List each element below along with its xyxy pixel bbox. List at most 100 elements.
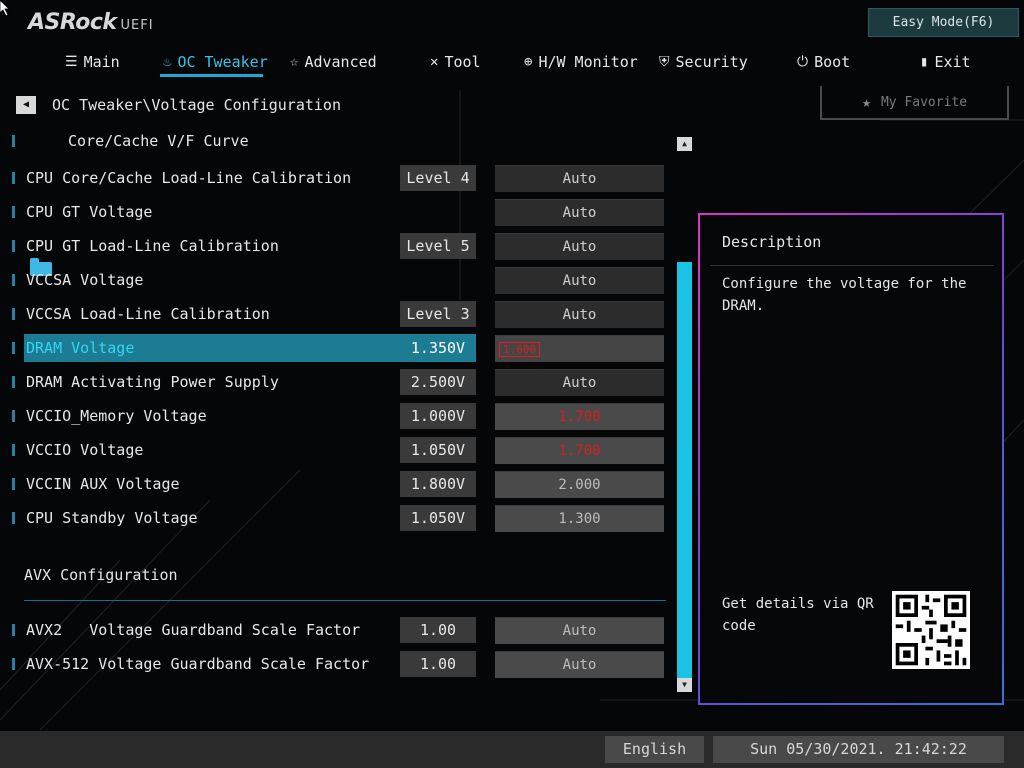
description-divider (710, 265, 994, 266)
current-value: 1.050V (400, 505, 476, 531)
mouse-cursor-icon (0, 0, 10, 16)
setting-value-input[interactable]: 1.700 (495, 437, 664, 464)
tab-label: Security (675, 53, 748, 71)
setting-label: VCCIO_Memory Voltage (26, 407, 207, 425)
tab-label: Tool (444, 53, 481, 71)
row-marker (12, 376, 15, 388)
folder-label: Core/Cache V/F Curve (68, 132, 249, 150)
my-favorite-label: My Favorite (880, 94, 968, 110)
back-arrow-icon[interactable]: ◀ (16, 96, 36, 114)
list-icon: ☰ (65, 54, 78, 70)
setting-label: VCCSA Load-Line Calibration (26, 305, 270, 323)
setting-label: CPU GT Load-Line Calibration (26, 237, 279, 255)
row-marker (12, 658, 15, 670)
setting-value-input[interactable]: 1.600 (495, 335, 664, 362)
tab-advanced[interactable]: ☆ Advanced (290, 50, 377, 74)
tab-label: Boot (814, 53, 851, 71)
setting-value-select[interactable]: Auto (495, 651, 664, 678)
setting-value-select[interactable]: Auto (495, 267, 664, 294)
setting-row[interactable]: AVX-512 Voltage Guardband Scale Factor 1… (0, 650, 670, 678)
scroll-up-arrow-icon[interactable]: ▲ (677, 137, 692, 151)
row-marker (12, 410, 15, 422)
shield-icon: ⛨ (659, 54, 670, 70)
scrollbar-thumb[interactable] (677, 262, 692, 678)
row-marker (12, 624, 15, 636)
row-marker (12, 478, 15, 490)
row-marker (12, 274, 15, 286)
setting-row[interactable]: DRAM Activating Power Supply 2.500V Auto (0, 368, 670, 396)
row-marker (12, 512, 15, 524)
setting-value-select[interactable]: Auto (495, 369, 664, 396)
row-marker (12, 342, 15, 354)
datetime-display: Sun 05/30/2021. 21:42:22 (713, 736, 1004, 763)
power-icon: ⏻ (797, 54, 809, 70)
easy-mode-button[interactable]: Easy Mode(F6) (868, 8, 1019, 37)
setting-row[interactable]: VCCSA Load-Line Calibration Level 3 Auto (0, 300, 670, 328)
description-panel: Description Configure the voltage for th… (698, 213, 1004, 705)
globe-icon: ⊕ (524, 54, 533, 70)
tab-hw-monitor[interactable]: ⊕ H/W Monitor (524, 50, 638, 74)
setting-label: CPU Standby Voltage (26, 509, 198, 527)
editing-value: 1.600 (499, 342, 541, 357)
setting-row[interactable]: CPU Core/Cache Load-Line Calibration Lev… (0, 164, 670, 192)
current-value: 2.500V (400, 369, 476, 395)
setting-value-select[interactable]: Auto (495, 617, 664, 644)
setting-label: CPU Core/Cache Load-Line Calibration (26, 169, 352, 187)
description-text: Configure the voltage for the DRAM. (722, 276, 967, 314)
current-value: Level 4 (400, 165, 476, 191)
setting-value-select[interactable]: Auto (495, 165, 664, 192)
breadcrumb: OC Tweaker\Voltage Configuration (52, 96, 341, 114)
brand-name: ASRock (28, 10, 117, 35)
setting-value-input[interactable]: 1.300 (495, 505, 664, 532)
setting-label: CPU GT Voltage (26, 203, 153, 221)
setting-row[interactable]: VCCIO_Memory Voltage 1.000V 1.700 (0, 402, 670, 430)
my-favorite-button[interactable]: ★ My Favorite (820, 86, 1009, 120)
tab-label: H/W Monitor (538, 53, 638, 71)
tab-exit[interactable]: ▮ Exit (920, 50, 971, 74)
setting-label: DRAM Voltage (26, 339, 135, 357)
setting-row[interactable]: VCCIN AUX Voltage 1.800V 2.000 (0, 470, 670, 498)
language-button[interactable]: English (605, 736, 704, 763)
setting-row[interactable]: CPU GT Voltage Auto (0, 198, 670, 226)
setting-row-selected[interactable]: DRAM Voltage 1.350V 1.600 (0, 334, 670, 362)
scroll-down-arrow-icon[interactable]: ▼ (677, 678, 692, 692)
setting-value-select[interactable]: Auto (495, 301, 664, 328)
setting-value-input[interactable]: 2.000 (495, 471, 664, 498)
tab-security[interactable]: ⛨ Security (659, 50, 748, 74)
setting-value-input[interactable]: 1.700 (495, 403, 664, 430)
setting-row[interactable]: VCCSA Voltage Auto (0, 266, 670, 294)
setting-row[interactable]: VCCIO Voltage 1.050V 1.700 (0, 436, 670, 464)
flame-icon: ♨ (163, 54, 172, 70)
tab-label: Exit (934, 53, 971, 71)
tab-tool[interactable]: ✕ Tool (430, 50, 481, 74)
row-marker (12, 206, 15, 218)
setting-label: VCCIO Voltage (26, 441, 144, 459)
star-icon: ★ (861, 93, 871, 111)
setting-row[interactable]: CPU Standby Voltage 1.050V 1.300 (0, 504, 670, 532)
tab-main[interactable]: ☰ Main (65, 50, 120, 74)
qr-code-icon (892, 591, 970, 669)
current-value: 1.00 (400, 617, 476, 643)
brand-suffix: UEFI (120, 18, 154, 33)
setting-value-select[interactable]: Auto (495, 233, 664, 260)
row-marker (12, 240, 15, 252)
row-marker (12, 308, 15, 320)
tab-oc-tweaker[interactable]: ♨ OC Tweaker (163, 50, 268, 74)
current-value: 1.00 (400, 651, 476, 677)
current-value: 1.350V (410, 339, 466, 357)
setting-row[interactable]: AVX2 Voltage Guardband Scale Factor 1.00… (0, 616, 670, 644)
folder-item-core-cache-vf-curve[interactable]: Core/Cache V/F Curve (0, 127, 670, 276)
setting-label: VCCSA Voltage (26, 271, 144, 289)
current-value: Level 5 (400, 233, 476, 259)
main-nav: ☰ Main ♨ OC Tweaker ☆ Advanced ✕ Tool ⊕ H/W M… (0, 46, 1024, 78)
active-tab-indicator (160, 74, 263, 77)
setting-label: DRAM Activating Power Supply (26, 373, 279, 391)
tab-boot[interactable]: ⏻ Boot (797, 50, 850, 74)
brand-logo: ASRock UEFI (28, 10, 154, 35)
section-title-avx: AVX Configuration (24, 566, 178, 584)
tools-icon: ✕ (430, 54, 439, 70)
setting-label: VCCIN AUX Voltage (26, 475, 180, 493)
setting-row[interactable]: CPU GT Load-Line Calibration Level 5 Aut… (0, 232, 670, 260)
setting-label: AVX-512 Voltage Guardband Scale Factor (26, 655, 370, 673)
setting-value-select[interactable]: Auto (495, 199, 664, 226)
